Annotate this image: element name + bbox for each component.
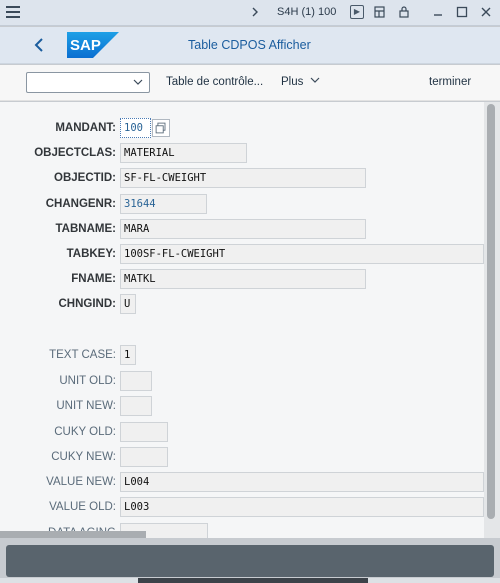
unit-new-field[interactable] <box>120 396 152 416</box>
system-info: S4H (1) 100 <box>277 6 337 18</box>
field-row-fname: FNAME: MATKL <box>0 269 484 289</box>
fname-field[interactable]: MATKL <box>120 269 366 289</box>
field-row-objectclas: OBJECTCLAS: MATERIAL <box>0 143 484 163</box>
objectclas-label: OBJECTCLAS: <box>34 147 116 159</box>
tabkey-label: TABKEY: <box>66 248 116 260</box>
value-new-field[interactable]: L004 <box>120 472 484 492</box>
chevron-down-icon <box>310 77 320 83</box>
cuky-new-field[interactable] <box>120 447 168 467</box>
field-row-cuky-old: CUKY OLD: <box>0 422 484 442</box>
more-button-label: Plus <box>281 76 304 88</box>
cuky-old-label: CUKY OLD: <box>54 426 116 438</box>
value-old-field[interactable]: L003 <box>120 497 484 517</box>
field-row-tabname: TABNAME: MARA <box>0 219 484 239</box>
vertical-scrollbar[interactable] <box>484 102 500 538</box>
field-row-value-old: VALUE OLD: L003 <box>0 497 484 517</box>
value-new-label: VALUE NEW: <box>46 476 116 488</box>
finish-button[interactable]: terminer <box>429 76 471 88</box>
back-icon[interactable] <box>30 35 50 55</box>
field-row-tabkey: TABKEY: 100SF-FL-CWEIGHT <box>0 244 484 264</box>
lock-icon[interactable] <box>397 5 411 19</box>
chngind-label: CHNGIND: <box>58 298 117 310</box>
horizontal-scrollbar[interactable] <box>0 531 146 538</box>
detail-form: MANDANT: 100 OBJECTCLAS: MATERIAL OBJECT… <box>0 102 484 538</box>
fname-label: FNAME: <box>71 273 116 285</box>
toolbar: Table de contrôle... Plus terminer <box>0 65 500 101</box>
bottom-indicator <box>138 578 368 583</box>
cuky-new-label: CUKY NEW: <box>51 451 116 463</box>
field-row-value-new: VALUE NEW: L004 <box>0 472 484 492</box>
objectid-label: OBJECTID: <box>54 172 116 184</box>
maximize-icon[interactable] <box>455 5 469 19</box>
tabname-label: TABNAME: <box>55 223 116 235</box>
tabname-field[interactable]: MARA <box>120 219 366 239</box>
field-row-mandant: MANDANT: 100 <box>0 118 484 138</box>
changenr-field[interactable]: 31644 <box>120 194 207 214</box>
play-icon[interactable]: ▶ <box>350 5 364 19</box>
layout-icon[interactable] <box>373 5 387 19</box>
mandant-label: MANDANT: <box>55 122 116 134</box>
minimize-icon[interactable] <box>431 5 445 19</box>
cuky-old-field[interactable] <box>120 422 168 442</box>
unit-new-label: UNIT NEW: <box>56 400 116 412</box>
field-row-unit-old: UNIT OLD: <box>0 371 484 391</box>
shell-header: SAP Table CDPOS Afficher <box>0 27 500 64</box>
value-old-label: VALUE OLD: <box>49 501 116 513</box>
more-button[interactable]: Plus <box>281 76 320 88</box>
objectid-field[interactable]: SF-FL-CWEIGHT <box>120 168 366 188</box>
mandant-field[interactable]: 100 <box>120 118 151 138</box>
variant-dropdown[interactable] <box>26 72 150 93</box>
objectclas-field[interactable]: MATERIAL <box>120 143 247 163</box>
copy-icon[interactable] <box>152 119 170 137</box>
window-titlebar: S4H (1) 100 ▶ <box>0 0 500 26</box>
tabkey-field[interactable]: 100SF-FL-CWEIGHT <box>120 244 484 264</box>
control-table-button[interactable]: Table de contrôle... <box>166 76 263 88</box>
unit-old-label: UNIT OLD: <box>59 375 116 387</box>
field-row-changenr: CHANGENR: 31644 <box>0 194 484 214</box>
scrollbar-thumb[interactable] <box>487 104 495 519</box>
field-row-unit-new: UNIT NEW: <box>0 396 484 416</box>
chngind-field[interactable]: U <box>120 294 136 314</box>
page-title: Table CDPOS Afficher <box>188 38 311 52</box>
field-row-objectid: OBJECTID: SF-FL-CWEIGHT <box>0 168 484 188</box>
changenr-label: CHANGENR: <box>45 198 116 210</box>
chevron-down-icon <box>133 79 143 85</box>
sap-logo-text: SAP <box>70 37 101 54</box>
unit-old-field[interactable] <box>120 371 152 391</box>
field-row-text-case: TEXT CASE: 1 <box>0 345 484 365</box>
close-icon[interactable] <box>479 5 493 19</box>
chevron-right-icon[interactable] <box>248 5 262 19</box>
sap-logo: SAP <box>67 32 119 58</box>
field-row-chngind: CHNGIND: U <box>0 294 484 314</box>
menu-icon[interactable] <box>6 6 20 18</box>
field-row-cuky-new: CUKY NEW: <box>0 447 484 467</box>
status-bar <box>6 545 494 577</box>
text-case-field[interactable]: 1 <box>120 345 136 365</box>
text-case-label: TEXT CASE: <box>49 349 116 361</box>
